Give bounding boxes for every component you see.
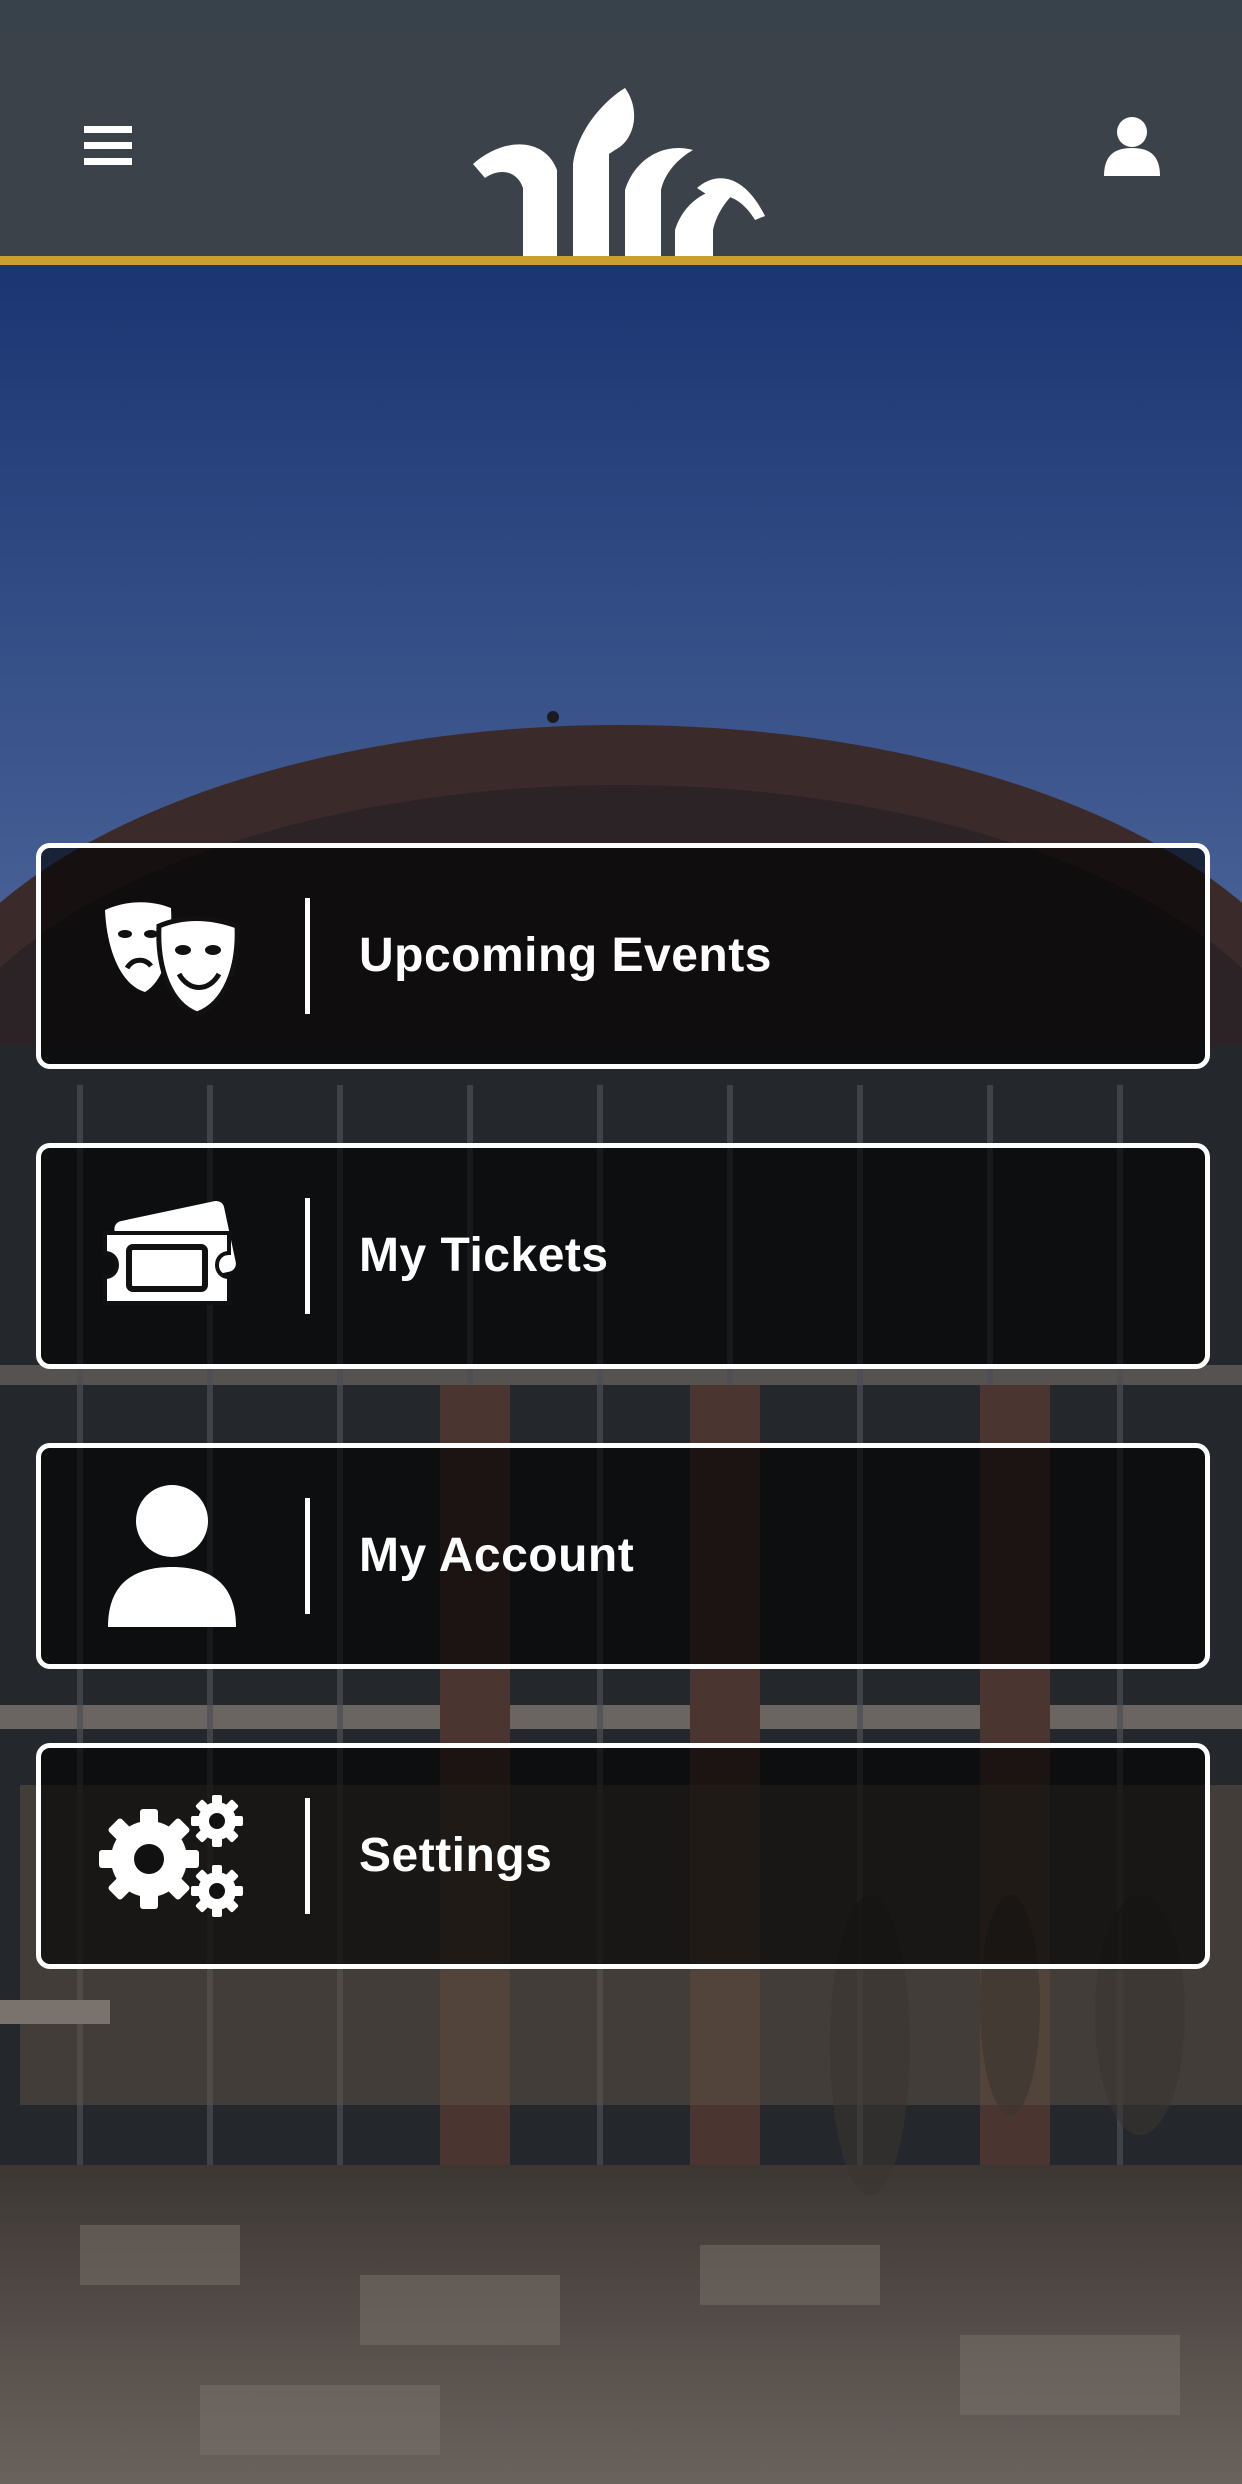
menu-divider [305,898,310,1014]
menu-divider [305,1198,310,1314]
settings-label: Settings [359,1829,553,1882]
gears-icon [97,1786,247,1926]
status-bar [0,0,1242,30]
hamburger-menu-icon[interactable] [78,120,140,172]
settings-button[interactable]: Settings [36,1743,1210,1969]
upcoming-events-label: Upcoming Events [359,929,772,982]
tickets-icon [97,1186,247,1326]
header-accent-line [0,256,1242,265]
theater-masks-icon [97,886,247,1026]
menu-divider [305,1798,310,1914]
user-icon [97,1485,247,1627]
venue-background-photo [0,265,1242,2484]
my-account-label: My Account [359,1529,635,1582]
my-account-button[interactable]: My Account [36,1443,1210,1669]
user-profile-icon[interactable] [1098,112,1166,182]
my-tickets-button[interactable]: My Tickets [36,1143,1210,1369]
menu-divider [305,1498,310,1614]
my-tickets-label: My Tickets [359,1229,609,1282]
upcoming-events-button[interactable]: Upcoming Events [36,843,1210,1069]
venue-logo-icon[interactable] [465,80,775,256]
